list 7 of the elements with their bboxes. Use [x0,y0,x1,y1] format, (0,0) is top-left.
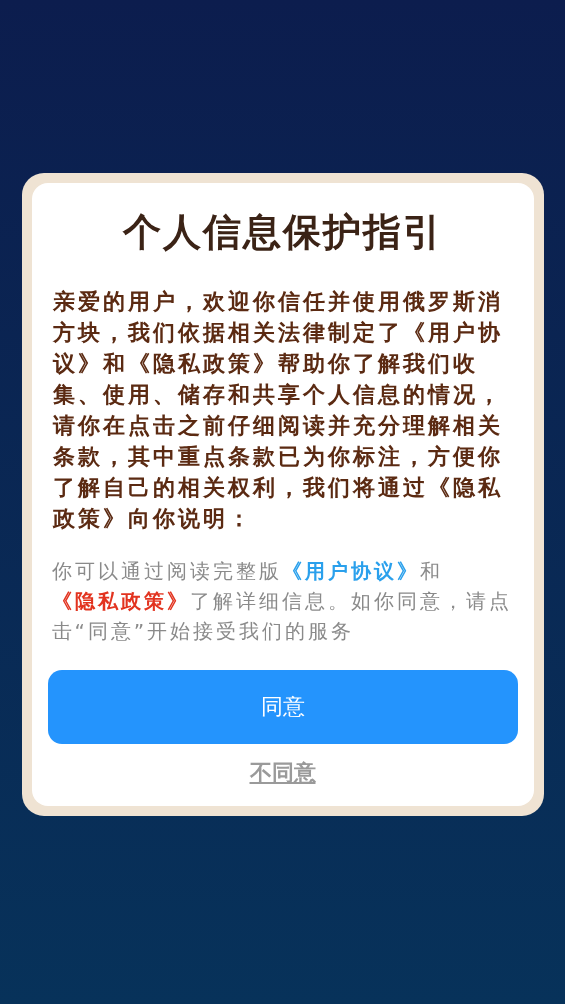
notice-paragraph: 你可以通过阅读完整版《用户协议》和 《隐私政策》了解详细信息。如你同意，请点击“同意”开始接受我们的服务 [51,558,513,645]
policy-link[interactable]: 《隐私政策》 [51,589,190,613]
dialog-title: 个人信息保护指引 [122,209,443,256]
policy-link[interactable]: 《用户协议》 [281,559,420,583]
disagree-link[interactable]: 不同意 [249,758,316,788]
agree-button[interactable]: 同意 [47,670,518,744]
intro-paragraph: 亲爱的用户，欢迎你信任并使用俄罗斯消方块，我们依据相关法律制定了《用户协议》和《隐私政策》帮助你了解我们收集、使用、储存和共享个人信息的情况，请你在点击之前仔细阅读并充分理解相关条款，其中重点条款已为你标注，方便你了解自己的相关权利，我们将通过《隐私政策》向你说明： [52,288,504,533]
